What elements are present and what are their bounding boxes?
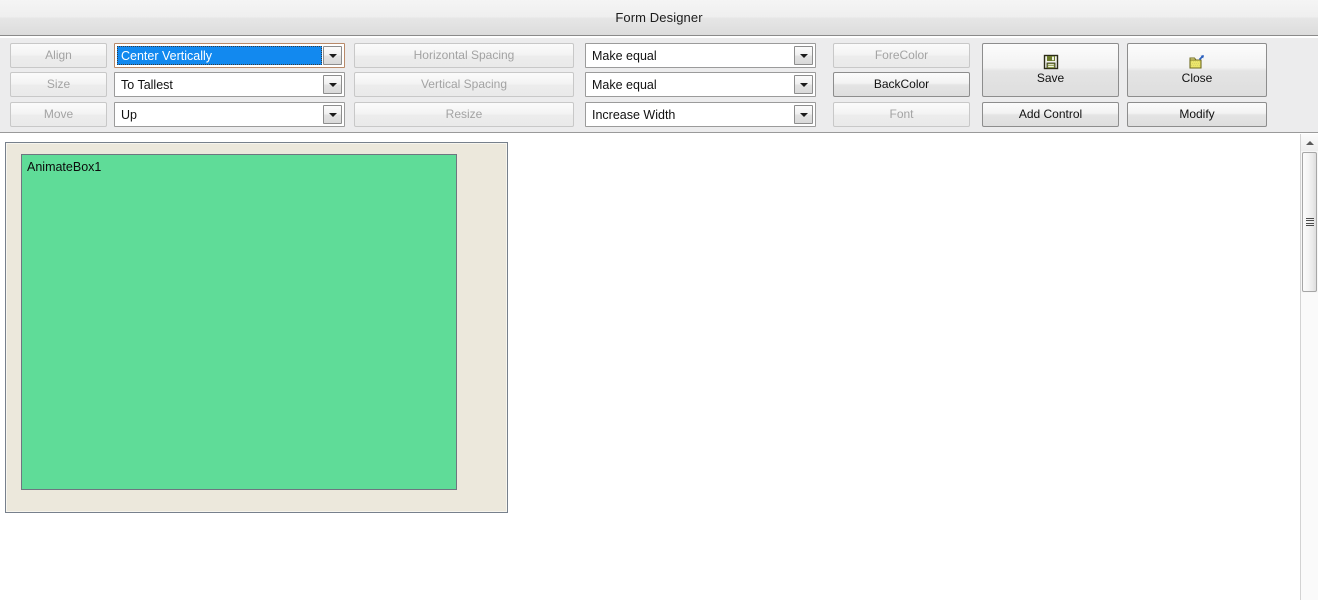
scrollbar-thumb[interactable] (1302, 152, 1317, 292)
chevron-down-icon[interactable] (794, 105, 813, 124)
vertical-spacing-combo[interactable]: Make equal (585, 72, 816, 97)
toolbar: Align Size Move Center Vertically To Tal… (0, 37, 1318, 133)
move-mode-combo-value: Up (121, 107, 137, 122)
vertical-scrollbar[interactable] (1300, 134, 1318, 600)
add-control-button-label: Add Control (1018, 106, 1083, 121)
window-title: Form Designer (615, 10, 703, 25)
backcolor-button[interactable]: BackColor (833, 72, 970, 97)
chevron-down-icon[interactable] (794, 75, 813, 94)
save-button[interactable]: Save (982, 43, 1119, 97)
floppy-disk-icon (1043, 54, 1059, 70)
resize-button[interactable]: Resize (354, 102, 574, 127)
align-button-label: Align (45, 47, 72, 62)
backcolor-button-label: BackColor (873, 76, 930, 91)
horizontal-spacing-button-label: Horizontal Spacing (413, 47, 515, 62)
horizontal-spacing-button[interactable]: Horizontal Spacing (354, 43, 574, 68)
size-mode-combo-value: To Tallest (121, 77, 173, 92)
modify-button-label: Modify (1179, 106, 1215, 121)
close-button-label: Close (1181, 71, 1213, 86)
resize-combo[interactable]: Increase Width (585, 102, 816, 127)
grip-icon (1305, 218, 1314, 226)
modify-button[interactable]: Modify (1127, 102, 1267, 127)
align-mode-combo[interactable]: Center Vertically (114, 43, 345, 68)
forecolor-button[interactable]: ForeColor (833, 43, 970, 68)
vertical-spacing-button-label: Vertical Spacing (420, 76, 508, 91)
size-mode-combo[interactable]: To Tallest (114, 72, 345, 97)
size-button-label: Size (46, 76, 71, 91)
horizontal-spacing-combo-value: Make equal (592, 48, 657, 63)
add-control-button[interactable]: Add Control (982, 102, 1119, 127)
font-button-label: Font (889, 106, 914, 121)
resize-combo-value: Increase Width (592, 107, 676, 122)
form-design-surface[interactable]: AnimateBox1 (5, 142, 508, 513)
scrollbar-track[interactable] (1301, 293, 1318, 600)
designer-canvas[interactable]: AnimateBox1 (0, 134, 1318, 600)
font-button[interactable]: Font (833, 102, 970, 127)
animate-box-label: AnimateBox1 (27, 160, 102, 174)
forecolor-button-label: ForeColor (874, 47, 929, 62)
chevron-down-icon[interactable] (323, 46, 342, 65)
move-mode-combo[interactable]: Up (114, 102, 345, 127)
chevron-down-icon[interactable] (323, 105, 342, 124)
scroll-up-icon[interactable] (1301, 134, 1318, 151)
align-button[interactable]: Align (10, 43, 107, 68)
move-button-label: Move (43, 106, 74, 121)
animate-box-control[interactable]: AnimateBox1 (21, 154, 457, 490)
save-button-label: Save (1036, 71, 1065, 86)
move-button[interactable]: Move (10, 102, 107, 127)
chevron-down-icon[interactable] (794, 46, 813, 65)
export-box-icon (1188, 54, 1206, 70)
vertical-spacing-button[interactable]: Vertical Spacing (354, 72, 574, 97)
close-button[interactable]: Close (1127, 43, 1267, 97)
title-bar: Form Designer (0, 0, 1318, 36)
align-mode-combo-value: Center Vertically (117, 46, 322, 65)
vertical-spacing-combo-value: Make equal (592, 77, 657, 92)
resize-button-label: Resize (445, 106, 483, 121)
horizontal-spacing-combo[interactable]: Make equal (585, 43, 816, 68)
size-button[interactable]: Size (10, 72, 107, 97)
form-designer-window: Form Designer Align Size Move Center Ver… (0, 0, 1318, 600)
chevron-down-icon[interactable] (323, 75, 342, 94)
